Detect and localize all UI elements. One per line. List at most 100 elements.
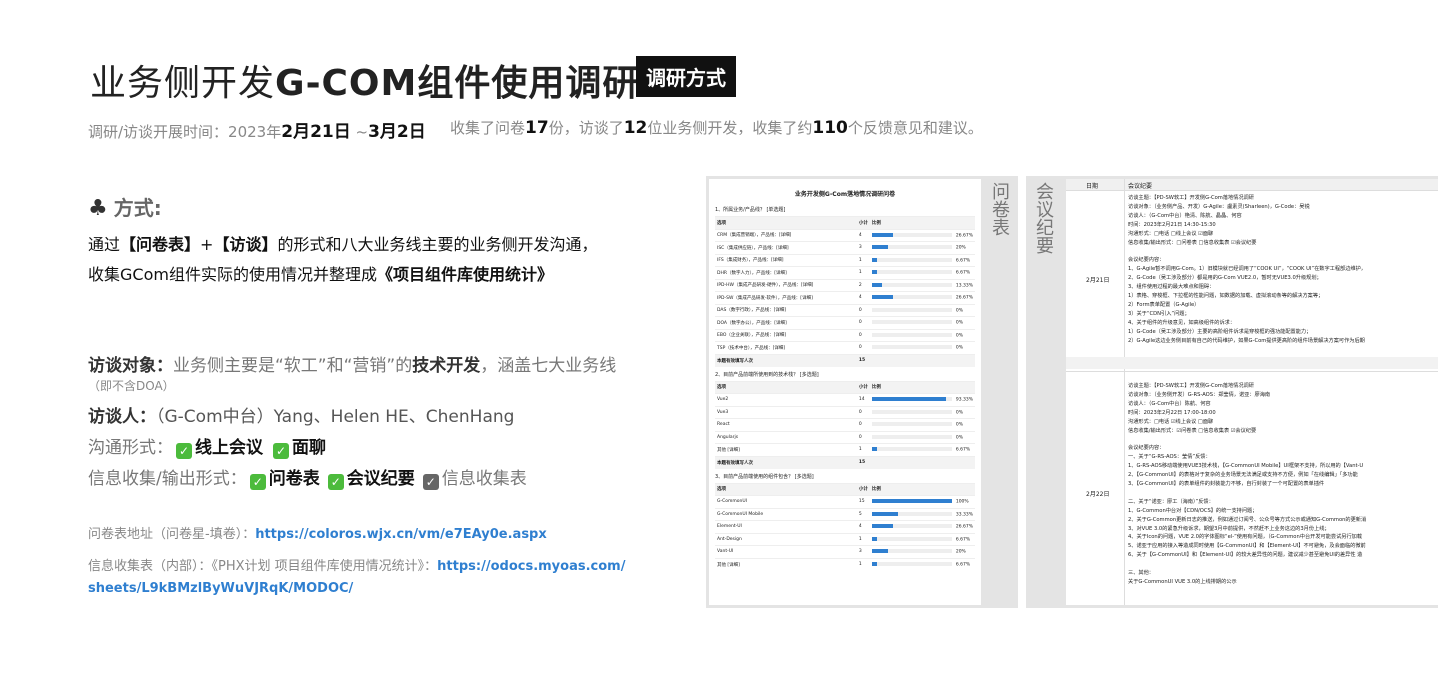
meeting-line: 1）表格、穿梭框、下拉框的性能问题，如数据的加载、虚拟滚动条等的解决方案等； — [1128, 292, 1324, 299]
option-ratio: 20% — [869, 545, 975, 558]
table-header-cell: 选项 — [715, 482, 857, 496]
output-minutes: 会议纪要 — [346, 469, 415, 489]
ratio-percent: 6.67% — [955, 447, 971, 453]
table-row: IPD-HW（集成产品研发-硬件），产品线：[详细] 2 13.33% — [715, 278, 975, 292]
ratio-bar — [871, 257, 952, 262]
option-count: 15 — [856, 495, 870, 508]
option-label: DOA（数字办公），产品线：[详细] — [715, 316, 857, 329]
ratio-bar — [871, 307, 952, 312]
meeting-line: 沟通形式：□电话 □线上会议 ☑面聊 — [1128, 230, 1214, 237]
meeting-date-1: 2月21日 — [1086, 277, 1110, 284]
meeting-line: 三、其他： — [1128, 570, 1154, 577]
option-ratio: 0% — [869, 405, 975, 419]
option-count: 0 — [856, 303, 870, 317]
meeting-line: 访谈主题：【PD-SW软工】开发侧G-Com落地情况调研 — [1128, 383, 1254, 389]
output-label: 信息收集/输出形式： — [88, 469, 247, 489]
meeting-line: 时间：2023年2月21日 14:30-15:30 — [1128, 221, 1216, 228]
interviewer-label: 访谈人： — [88, 407, 156, 427]
meeting-divider — [1124, 179, 1125, 605]
channel-face: 面聊 — [292, 438, 326, 458]
questionnaire-link[interactable]: https://coloros.wjx.cn/vm/e7EAy0e.aspx — [255, 527, 547, 542]
table-row: EBO（企业关联），产品线：[详细] 0 0% — [715, 328, 975, 342]
meeting-line: 3）关于“CDN引入”问题； — [1128, 310, 1190, 317]
meeting-line: 4、关于组件的升级意见，如高级组件的诉求： — [1128, 319, 1236, 326]
questionnaire-panel: 业务开发侧G-Com落地情况调研问卷 1、所属业务/产品线？ [单选题] 选项 小计… — [706, 176, 1018, 608]
checkbox-checked-icon: ✓ — [273, 443, 289, 459]
questionnaire-title: 业务开发侧G-Com落地情况调研问卷 — [794, 191, 896, 198]
meeting-line: 访谈主题：【PD-SW软工】开发侧G-Com落地情况调研 — [1128, 195, 1254, 201]
option-label: Angularjs — [715, 430, 857, 444]
table-row: TSP（技术中台），产品线：[详细] 0 0% — [715, 341, 975, 354]
meeting-line — [1128, 560, 1438, 569]
total-count: 15 — [856, 353, 870, 367]
table-header-cell: 小计 — [856, 380, 870, 394]
ratio-bar — [871, 345, 952, 349]
meeting-line: 二、关于“诺亚：廖工（海南）”反馈： — [1128, 498, 1214, 505]
question-table: 选项 小计 比例 Vue2 14 93.33% Vue3 0 0% React 0 0% Angular… — [715, 380, 975, 469]
option-ratio: 6.67% — [869, 443, 975, 456]
ratio-percent: 20% — [955, 549, 966, 555]
option-label: 其他 [详细] — [715, 443, 857, 456]
sheet-link-cont[interactable]: sheets/L9kBMzlByWuVJRqK/MODOC/ — [88, 581, 353, 596]
ratio-percent: 33.33% — [955, 512, 973, 517]
method-line-2: 收集GCom组件实际的使用情况并整理成《项目组件库使用统计》 — [88, 260, 668, 290]
ratio-bar-fill — [871, 282, 883, 287]
ratio-bar-fill — [871, 524, 894, 528]
option-ratio: 6.67% — [869, 253, 975, 267]
option-count: 3 — [856, 545, 870, 558]
ratio-bar — [871, 270, 952, 274]
output-sheet: 信息收集表 — [441, 469, 527, 489]
option-count: 1 — [856, 443, 870, 456]
option-ratio: 0% — [869, 328, 975, 342]
total-empty — [869, 353, 975, 367]
option-label: Vue2 — [715, 393, 857, 406]
table-row: Ant-Design 1 6.67% — [715, 532, 975, 546]
ratio-percent: 20% — [955, 245, 966, 251]
method-text-e: 的形式和八大业务线主要的业务侧开发沟通， — [277, 235, 598, 254]
target-text-c: ，涵盖七大业务线 — [480, 356, 617, 376]
meeting-col-content: 会议纪要 — [1128, 183, 1153, 190]
target-text-b: 技术开发 — [412, 356, 481, 376]
meeting-line: 3、【G-CommonUI】的表单组件的封装能力不够，自行封装了一个可配置的表单… — [1128, 480, 1325, 487]
table-header: 选项 小计 比例 — [715, 216, 975, 229]
ratio-bar-fill — [871, 270, 878, 274]
table-row: CRM（集成营销端），产品线：[详细] 4 26.67% — [715, 228, 975, 242]
table-row: Vue3 0 0% — [715, 405, 975, 419]
ratio-percent: 0% — [955, 345, 963, 351]
ratio-bar — [871, 561, 952, 566]
question-title: 1、所属业务/产品线？ [单选题] — [715, 207, 786, 213]
question-title: 2、目前产品前端所使用到的技术栈？ [多选题] — [715, 371, 819, 378]
ratio-bar-fill — [871, 511, 899, 516]
ratio-bar — [871, 511, 952, 516]
meeting-entry-2: 访谈主题：【PD-SW软工】开发侧G-Com落地情况调研 访谈对象：（业务侧开发）… — [1128, 382, 1438, 587]
option-count: 0 — [856, 430, 870, 444]
checkbox-checked-icon: ✓ — [249, 474, 266, 490]
meeting-line — [1128, 489, 1438, 498]
interviewer: 访谈人：（G-Com中台）Yang、Helen HE、ChenHang — [88, 402, 514, 427]
table-row: 其他 [详细] 1 6.67% — [715, 443, 975, 456]
meeting-line: 2）G-Agile这边业务侧目前有自己的代码维护，如果G-Com提供更高阶的组件… — [1128, 337, 1365, 344]
meeting-line: 4、关于Icon的问题，VUE 2.0的字体图标“el-”使用有问题，（G-Co… — [1128, 534, 1363, 541]
option-count: 3 — [856, 241, 870, 254]
checkbox-grey-icon: ✓ — [422, 474, 439, 490]
meeting-line: 时间：2023年2月22日 17:00-18:00 — [1128, 409, 1216, 416]
ratio-bar — [871, 434, 952, 439]
table-row: React 0 0% — [715, 418, 975, 431]
sheet-link[interactable]: https://odocs.myoas.com/ — [437, 559, 625, 574]
option-ratio: 0% — [869, 430, 975, 444]
survey-stats: 收集了问卷17份，访谈了12位业务侧开发，收集了约110个反馈意见和建议。 — [450, 117, 983, 138]
meeting-line: 5、诺亚于应用的接入等造成同时使用【G-CommonUI】和【Element-U… — [1128, 543, 1366, 550]
ratio-bar — [871, 320, 952, 324]
survey-time-label: 调研/访谈开展时间：2023年 — [88, 123, 282, 141]
option-label: 其他 [详细] — [715, 557, 857, 571]
ratio-bar-fill — [871, 536, 878, 541]
stats-text-c: 位业务侧开发，收集了约 — [647, 119, 813, 137]
option-ratio: 100% — [869, 495, 975, 508]
meeting-line: 1、G-Common中台对【CDN/OCS】的统一支持问题； — [1128, 507, 1258, 514]
table-row: DOA（数字办公），产品线：[详细] 0 0% — [715, 316, 975, 329]
ratio-percent: 26.67% — [955, 295, 973, 301]
table-total-row: 本题有效填写人次 15 — [715, 455, 975, 469]
option-label: IPD-SW（集成产品研发-软件），产品线：[详细] — [715, 291, 857, 304]
table-header-cell: 小计 — [856, 482, 870, 496]
meeting-line: 2、G-Code（吴工涉及部分）都是用的G-Com VUE2.0，暂时无VUE3… — [1128, 275, 1322, 282]
